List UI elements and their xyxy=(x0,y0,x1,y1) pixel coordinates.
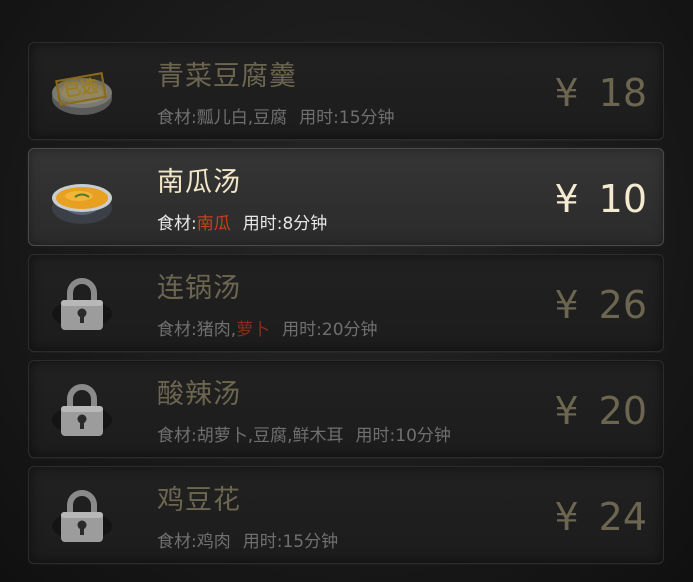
ingredient: 胡萝卜,豆腐,鲜木耳 xyxy=(196,426,344,446)
dish-price: ¥24 xyxy=(554,495,647,539)
padlock-icon xyxy=(52,490,112,542)
ingredients-label: 食材: xyxy=(157,320,197,340)
dish-info: 食材:鸡肉 用时:15分钟 xyxy=(157,527,338,552)
time-value: 20分钟 xyxy=(321,320,378,340)
dish-info: 食材:胡萝卜,豆腐,鲜木耳 用时:10分钟 xyxy=(157,421,451,446)
dish-price: ¥10 xyxy=(554,177,647,221)
padlock-icon xyxy=(52,384,112,436)
dish-price: ¥20 xyxy=(554,389,647,433)
currency-symbol: ¥ xyxy=(554,71,579,115)
ingredient: 猪肉, xyxy=(196,320,237,340)
dish-info: 食材:猪肉,萝卜 用时:20分钟 xyxy=(157,315,378,340)
dish-thumbnail: 已选 xyxy=(49,62,115,122)
dish-name: 连锅汤 xyxy=(157,273,241,304)
time-value: 15分钟 xyxy=(282,532,339,552)
padlock-icon xyxy=(52,278,112,330)
dish-row-2[interactable]: 连锅汤 食材:猪肉,萝卜 用时:20分钟 ¥26 xyxy=(28,254,664,352)
time-label: 用时: xyxy=(282,320,322,340)
ingredients-label: 食材: xyxy=(157,108,197,128)
time-value: 10分钟 xyxy=(395,426,451,446)
dish-thumbnail xyxy=(49,168,115,228)
ingredient: 瓢儿白,豆腐 xyxy=(196,108,288,128)
dish-price: ¥26 xyxy=(554,283,647,327)
currency-symbol: ¥ xyxy=(554,389,579,433)
ingredients-label: 食材: xyxy=(157,426,197,446)
time-label: 用时: xyxy=(355,426,396,446)
ingredient-highlight: 南瓜 xyxy=(196,214,231,234)
dish-row-3[interactable]: 酸辣汤 食材:胡萝卜,豆腐,鲜木耳 用时:10分钟 ¥20 xyxy=(28,360,664,458)
ingredients-label: 食材: xyxy=(157,214,197,234)
time-value: 15分钟 xyxy=(338,108,395,128)
price-value: 20 xyxy=(598,389,647,433)
time-label: 用时: xyxy=(242,532,283,552)
price-value: 26 xyxy=(598,283,647,327)
ingredient-highlight: 萝卜 xyxy=(236,320,271,340)
ingredient: 鸡肉 xyxy=(196,532,231,552)
dish-price: ¥18 xyxy=(554,71,647,115)
dish-list: 已选 青菜豆腐羹 食材:瓢儿白,豆腐 用时:15分钟 ¥18 南瓜汤 食材:南瓜用… xyxy=(28,42,664,572)
dish-name: 鸡豆花 xyxy=(157,485,241,516)
currency-symbol: ¥ xyxy=(554,495,579,539)
dish-name: 南瓜汤 xyxy=(157,167,241,198)
price-value: 10 xyxy=(598,177,647,221)
dish-name: 青菜豆腐羹 xyxy=(157,61,297,92)
dish-row-0[interactable]: 已选 青菜豆腐羹 食材:瓢儿白,豆腐 用时:15分钟 ¥18 xyxy=(28,42,664,140)
price-value: 24 xyxy=(598,495,647,539)
time-label: 用时: xyxy=(242,214,283,234)
time-label: 用时: xyxy=(299,108,339,128)
dish-thumbnail xyxy=(49,380,115,440)
dish-info: 食材:瓢儿白,豆腐 用时:15分钟 xyxy=(157,103,395,128)
dish-row-1[interactable]: 南瓜汤 食材:南瓜 用时:8分钟 ¥10 xyxy=(28,148,664,246)
dish-name: 酸辣汤 xyxy=(157,379,241,410)
dish-thumbnail xyxy=(49,274,115,334)
pumpkin-soup-icon xyxy=(52,184,112,224)
currency-symbol: ¥ xyxy=(554,283,579,327)
time-value: 8分钟 xyxy=(282,214,328,234)
dish-row-4[interactable]: 鸡豆花 食材:鸡肉 用时:15分钟 ¥24 xyxy=(28,466,664,564)
dish-thumbnail xyxy=(49,486,115,546)
ingredients-label: 食材: xyxy=(157,532,197,552)
price-value: 18 xyxy=(598,71,647,115)
dish-info: 食材:南瓜 用时:8分钟 xyxy=(157,209,327,234)
currency-symbol: ¥ xyxy=(554,177,579,221)
